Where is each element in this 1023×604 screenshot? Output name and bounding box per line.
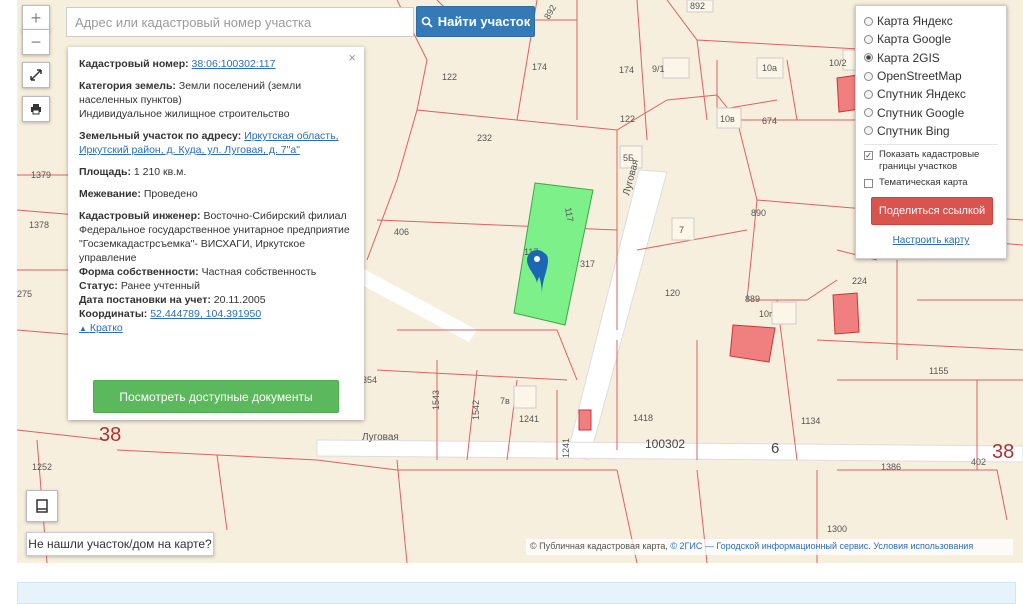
radio-empty-icon	[864, 108, 873, 118]
svg-text:1134: 1134	[801, 416, 820, 426]
search-icon	[421, 16, 433, 28]
svg-text:174: 174	[532, 62, 547, 72]
survey-value: Проведено	[143, 188, 198, 200]
svg-text:1378: 1378	[29, 220, 49, 230]
svg-text:10г: 10г	[759, 309, 773, 319]
svg-text:10а: 10а	[762, 63, 777, 73]
svg-text:1241: 1241	[519, 414, 539, 424]
layer-option-label: Спутник Google	[877, 105, 965, 120]
brief-toggle[interactable]: ▲ Кратко	[79, 322, 123, 334]
svg-text:122: 122	[620, 114, 635, 124]
svg-text:1386: 1386	[881, 462, 901, 472]
svg-text:275: 275	[17, 289, 32, 299]
layer-option-label: Спутник Яндекс	[877, 87, 966, 102]
close-icon[interactable]: ×	[348, 51, 356, 65]
layer-option[interactable]: Спутник Google	[864, 103, 998, 121]
fullscreen-icon	[30, 69, 42, 81]
svg-text:892: 892	[542, 3, 558, 21]
caret-up-icon: ▲	[79, 324, 87, 333]
radio-empty-icon	[864, 16, 873, 26]
svg-text:402: 402	[971, 457, 986, 467]
svg-text:354: 354	[362, 375, 377, 385]
legend-button[interactable]	[26, 490, 58, 522]
svg-text:10/2: 10/2	[829, 58, 847, 68]
find-plot-button[interactable]: Найти участок	[416, 6, 535, 37]
map-attribution: © Публичная кадастровая карта, © 2ГИС — …	[526, 539, 1013, 555]
svg-text:100302: 100302	[645, 437, 685, 451]
svg-text:232: 232	[477, 133, 492, 143]
ownership-value: Частная собственность	[201, 266, 317, 278]
svg-text:174: 174	[619, 65, 634, 75]
show-borders-checkbox[interactable]: ✓ Показать кадастровые границы участков	[864, 149, 998, 173]
bottom-info-bar	[17, 582, 1016, 604]
layer-option[interactable]: Карта Яндекс	[864, 12, 998, 30]
svg-text:38: 38	[99, 424, 121, 446]
svg-text:1252: 1252	[32, 462, 52, 472]
svg-text:Луговая: Луговая	[362, 432, 399, 443]
not-found-button[interactable]: Не нашли участок/дом на карте?	[26, 532, 214, 556]
svg-text:317: 317	[580, 259, 595, 269]
2gis-link[interactable]: © 2ГИС — Городской информационный сервис	[670, 541, 868, 551]
share-link-button[interactable]: Поделиться ссылкой	[871, 197, 993, 226]
svg-text:1542: 1542	[471, 400, 481, 420]
status-value: Ранее учтенный	[120, 280, 200, 292]
thematic-map-checkbox[interactable]: Тематическая карта	[864, 177, 998, 189]
view-documents-button[interactable]: Посмотреть доступные документы	[93, 380, 339, 413]
checkbox-empty-icon	[864, 179, 873, 189]
layer-option[interactable]: Спутник Bing	[864, 122, 998, 140]
map-layers-panel: Карта Яндекс Карта Google Карта 2GIS OpenSt…	[855, 5, 1007, 259]
radio-empty-icon	[864, 89, 873, 99]
svg-text:1155: 1155	[929, 366, 948, 376]
layer-option[interactable]: Спутник Яндекс	[864, 85, 998, 103]
search-input[interactable]	[66, 7, 414, 37]
layer-option[interactable]: Карта 2GIS	[864, 49, 998, 67]
layer-option[interactable]: Карта Google	[864, 30, 998, 48]
svg-text:120: 120	[665, 288, 680, 298]
layer-option-label: Карта Google	[877, 32, 952, 47]
terms-link[interactable]: Условия использования	[873, 541, 973, 551]
radio-empty-icon	[864, 126, 873, 136]
svg-text:1300: 1300	[827, 524, 847, 534]
radio-selected-icon	[864, 53, 873, 63]
radio-empty-icon	[864, 34, 873, 44]
zoom-in-button[interactable]: +	[22, 5, 50, 31]
svg-text:1543: 1543	[431, 390, 441, 410]
print-icon	[31, 104, 41, 115]
svg-text:1379: 1379	[31, 170, 51, 180]
svg-text:122: 122	[442, 72, 457, 82]
cadnum-link[interactable]: 38:06:100302:117	[192, 58, 276, 70]
svg-text:674: 674	[762, 116, 777, 126]
svg-text:224: 224	[852, 276, 867, 286]
plot-info-panel: × Кадастровый номер: 38:06:100302:117 Ка…	[68, 47, 364, 420]
svg-text:890: 890	[751, 208, 766, 218]
svg-text:7в: 7в	[500, 396, 510, 406]
svg-text:1241: 1241	[561, 438, 571, 458]
coords-link[interactable]: 52.444789, 104.391950	[150, 308, 261, 320]
svg-text:6: 6	[771, 440, 779, 457]
land-use-value: Индивидуальное жилищное строительство	[79, 108, 290, 120]
layer-option[interactable]: OpenStreetMap	[864, 67, 998, 85]
layer-option-label: Карта 2GIS	[877, 50, 940, 65]
print-button[interactable]	[22, 96, 50, 122]
svg-text:38: 38	[992, 441, 1014, 463]
layer-option-label: OpenStreetMap	[877, 69, 962, 84]
svg-text:406: 406	[394, 227, 409, 237]
layer-option-label: Спутник Bing	[877, 123, 950, 138]
svg-text:9/1: 9/1	[652, 64, 665, 74]
book-icon	[36, 499, 48, 513]
zoom-out-button[interactable]: −	[22, 29, 50, 55]
radio-empty-icon	[864, 71, 873, 81]
date-value: 20.11.2005	[213, 294, 266, 306]
svg-text:889: 889	[745, 294, 760, 304]
fullscreen-button[interactable]	[22, 62, 50, 88]
setup-map-link[interactable]: Настроить карту	[864, 235, 998, 246]
svg-text:1418: 1418	[633, 413, 653, 423]
svg-text:892: 892	[690, 1, 705, 11]
svg-text:10в: 10в	[720, 114, 735, 124]
svg-text:7: 7	[679, 225, 684, 235]
layer-option-label: Карта Яндекс	[877, 14, 953, 29]
checkbox-checked-icon: ✓	[864, 151, 873, 161]
area-value: 1 210 кв.м.	[133, 166, 187, 178]
